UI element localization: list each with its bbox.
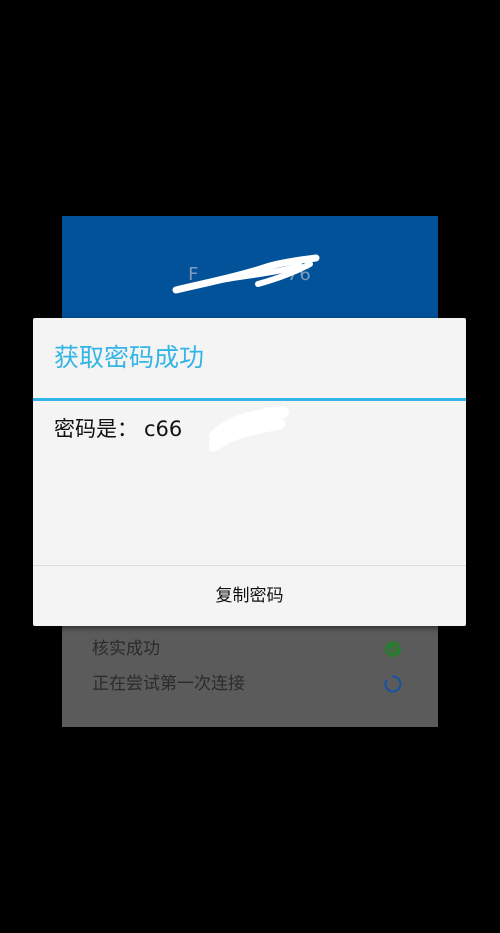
copy-password-button[interactable]: 复制密码 — [33, 566, 466, 626]
status-text: 核实成功 — [92, 639, 160, 659]
password-message: 密码是： c66 8 — [54, 414, 236, 444]
dialog-title: 获取密码成功 — [54, 343, 205, 372]
password-dialog: 获取密码成功 密码是： c66 8 复制密码 — [33, 318, 466, 626]
wifi-card-header: F 76 — [62, 216, 438, 320]
dialog-title-divider — [33, 398, 466, 401]
password-label: 密码是： — [54, 417, 138, 441]
wifi-ssid-label: F 76 — [188, 264, 312, 285]
status-row-connecting: 正在尝试第一次连接 — [92, 669, 412, 699]
password-value: c66 8 — [144, 417, 236, 441]
status-row-verified: 核实成功 — [92, 634, 412, 664]
screen: F 76 核实成功 正在尝试第一次连接 获取密码成功 密码是： c66 8 复制… — [0, 0, 500, 933]
spinner-icon — [384, 675, 402, 693]
status-text: 正在尝试第一次连接 — [92, 674, 245, 694]
check-circle-icon — [385, 641, 401, 657]
